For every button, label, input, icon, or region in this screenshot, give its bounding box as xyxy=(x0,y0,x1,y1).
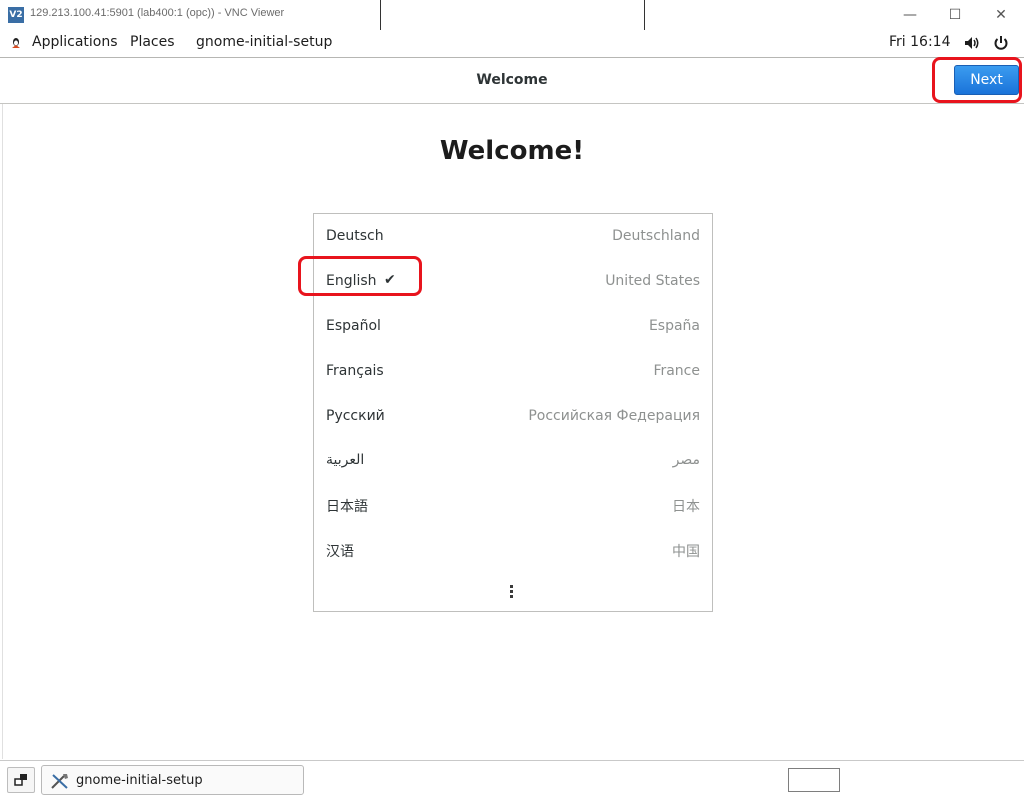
language-country: 中国 xyxy=(672,544,700,560)
language-name: Deutsch xyxy=(326,228,384,244)
vnc-window-title: 129.213.100.41:5901 (lab400:1 (opc)) - V… xyxy=(30,7,285,19)
places-menu[interactable]: Places xyxy=(130,34,175,50)
taskbar-item-setup[interactable]: gnome-initial-setup xyxy=(41,765,304,795)
show-desktop-button[interactable] xyxy=(7,767,35,793)
language-row-deutsch[interactable]: Deutsch Deutschland xyxy=(314,214,712,258)
header-bar: Welcome Next xyxy=(0,57,1024,104)
language-country: 日本 xyxy=(672,499,700,515)
vnc-logo-icon: V2 xyxy=(8,7,24,23)
language-country: France xyxy=(653,363,700,379)
language-name: 日本語 xyxy=(326,499,368,515)
language-name: العربية xyxy=(326,452,365,468)
language-country: مصر xyxy=(672,452,700,468)
show-desktop-icon xyxy=(14,774,27,786)
clock[interactable]: Fri 16:14 xyxy=(889,34,950,50)
language-name: Français xyxy=(326,363,384,379)
language-row-russian[interactable]: Русский Российская Федерация xyxy=(314,394,712,438)
window-left-edge xyxy=(0,104,3,759)
language-row-chinese[interactable]: 汉语 中国 xyxy=(314,527,712,571)
header-title: Welcome xyxy=(476,72,548,88)
power-icon[interactable] xyxy=(993,35,1009,51)
workspace-switcher[interactable] xyxy=(788,768,840,792)
language-name: Español xyxy=(326,318,381,334)
page-title: Welcome! xyxy=(439,136,585,166)
language-name: Русский xyxy=(326,408,385,424)
language-row-francais[interactable]: Français France xyxy=(314,349,712,393)
language-row-arabic[interactable]: العربية مصر xyxy=(314,438,712,482)
vnc-toolbar-handle[interactable] xyxy=(380,0,645,32)
taskbar-item-label: gnome-initial-setup xyxy=(76,773,203,788)
language-row-espanol[interactable]: Español España xyxy=(314,304,712,348)
language-country: United States xyxy=(605,273,700,289)
minimize-icon[interactable]: — xyxy=(895,4,925,26)
english-row-highlight xyxy=(298,256,422,296)
language-country: España xyxy=(648,318,700,334)
language-country: Российская Федерация xyxy=(528,408,700,424)
more-languages-icon[interactable] xyxy=(510,585,514,600)
app-menu[interactable]: gnome-initial-setup xyxy=(196,34,332,50)
top-panel: Applications Places gnome-initial-setup … xyxy=(0,30,1024,56)
applications-menu-icon xyxy=(12,38,20,48)
language-name: 汉语 xyxy=(326,544,354,560)
close-icon[interactable]: ✕ xyxy=(986,4,1016,26)
setup-app-icon xyxy=(51,774,68,789)
volume-icon[interactable] xyxy=(964,36,982,50)
language-country: Deutschland xyxy=(612,228,700,244)
next-button-highlight xyxy=(932,57,1022,103)
applications-menu[interactable]: Applications xyxy=(32,34,118,50)
bottom-panel: gnome-initial-setup xyxy=(0,760,1024,797)
language-row-japanese[interactable]: 日本語 日本 xyxy=(314,482,712,526)
maximize-icon[interactable]: ☐ xyxy=(940,4,970,26)
